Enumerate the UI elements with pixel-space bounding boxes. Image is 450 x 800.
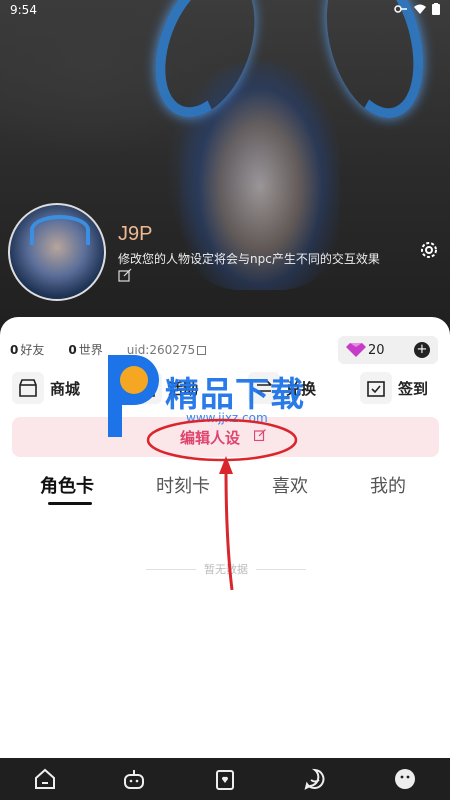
edit-profile-icon[interactable] (118, 268, 132, 282)
key-icon (394, 5, 407, 13)
tab-mine[interactable]: 我的 (370, 472, 406, 498)
tab-bar: 角色卡 时刻卡 喜欢 我的 (0, 472, 450, 506)
tab-moment-cards[interactable]: 时刻卡 (156, 472, 210, 498)
gem-count: 20 (368, 342, 385, 358)
smiley-icon[interactable] (393, 767, 417, 791)
diamond-icon (346, 343, 366, 357)
world-count: 0 (68, 343, 77, 357)
empty-state: 暂无数据 (146, 561, 306, 577)
avatar[interactable] (8, 203, 106, 301)
status-bar: 9:54 (0, 0, 450, 22)
store-label: 商城 (50, 379, 81, 398)
user-description: 修改您的人物设定将会与npc产生不同的交互效果 (118, 252, 380, 266)
checkin-label: 签到 (398, 379, 429, 398)
calendar-check-icon (360, 372, 392, 404)
watermark-text: 精品下载 (165, 375, 305, 415)
empty-line-right (256, 568, 306, 570)
wifi-icon (414, 4, 426, 14)
copy-icon[interactable] (197, 345, 207, 355)
watermark-logo-icon (108, 355, 159, 437)
store-icon (12, 372, 44, 404)
status-icons (394, 3, 440, 15)
world-stat[interactable]: 0 世界 (68, 341, 102, 358)
edit-persona-label: 编辑人设 (180, 429, 241, 447)
battery-icon (432, 3, 440, 15)
watermark-url: www.jjxz.com (186, 411, 268, 425)
chat-bubble-icon[interactable] (303, 767, 327, 791)
status-time: 9:54 (10, 3, 37, 17)
card-icon[interactable] (213, 767, 237, 791)
gear-icon[interactable] (417, 238, 441, 262)
tab-likes[interactable]: 喜欢 (272, 472, 308, 498)
bottom-nav (0, 758, 450, 800)
tab-character-cards[interactable]: 角色卡 (40, 472, 94, 498)
store-button[interactable]: 商城 (12, 370, 80, 406)
checkin-button[interactable]: 签到 (360, 370, 428, 406)
empty-line-left (146, 568, 196, 570)
user-name: J9P (118, 223, 153, 245)
empty-text: 暂无数据 (204, 563, 248, 576)
friends-label: 好友 (20, 343, 45, 357)
friends-count: 0 (10, 343, 19, 357)
home-icon[interactable] (33, 767, 57, 791)
edit-icon (254, 429, 266, 441)
robot-icon[interactable] (122, 767, 146, 791)
active-tab-indicator (48, 502, 92, 505)
add-gems-button[interactable]: + (414, 342, 430, 358)
gem-balance[interactable]: 20 + (338, 336, 438, 364)
avatar-horns (30, 215, 90, 245)
friends-stat[interactable]: 0 好友 (10, 341, 44, 358)
